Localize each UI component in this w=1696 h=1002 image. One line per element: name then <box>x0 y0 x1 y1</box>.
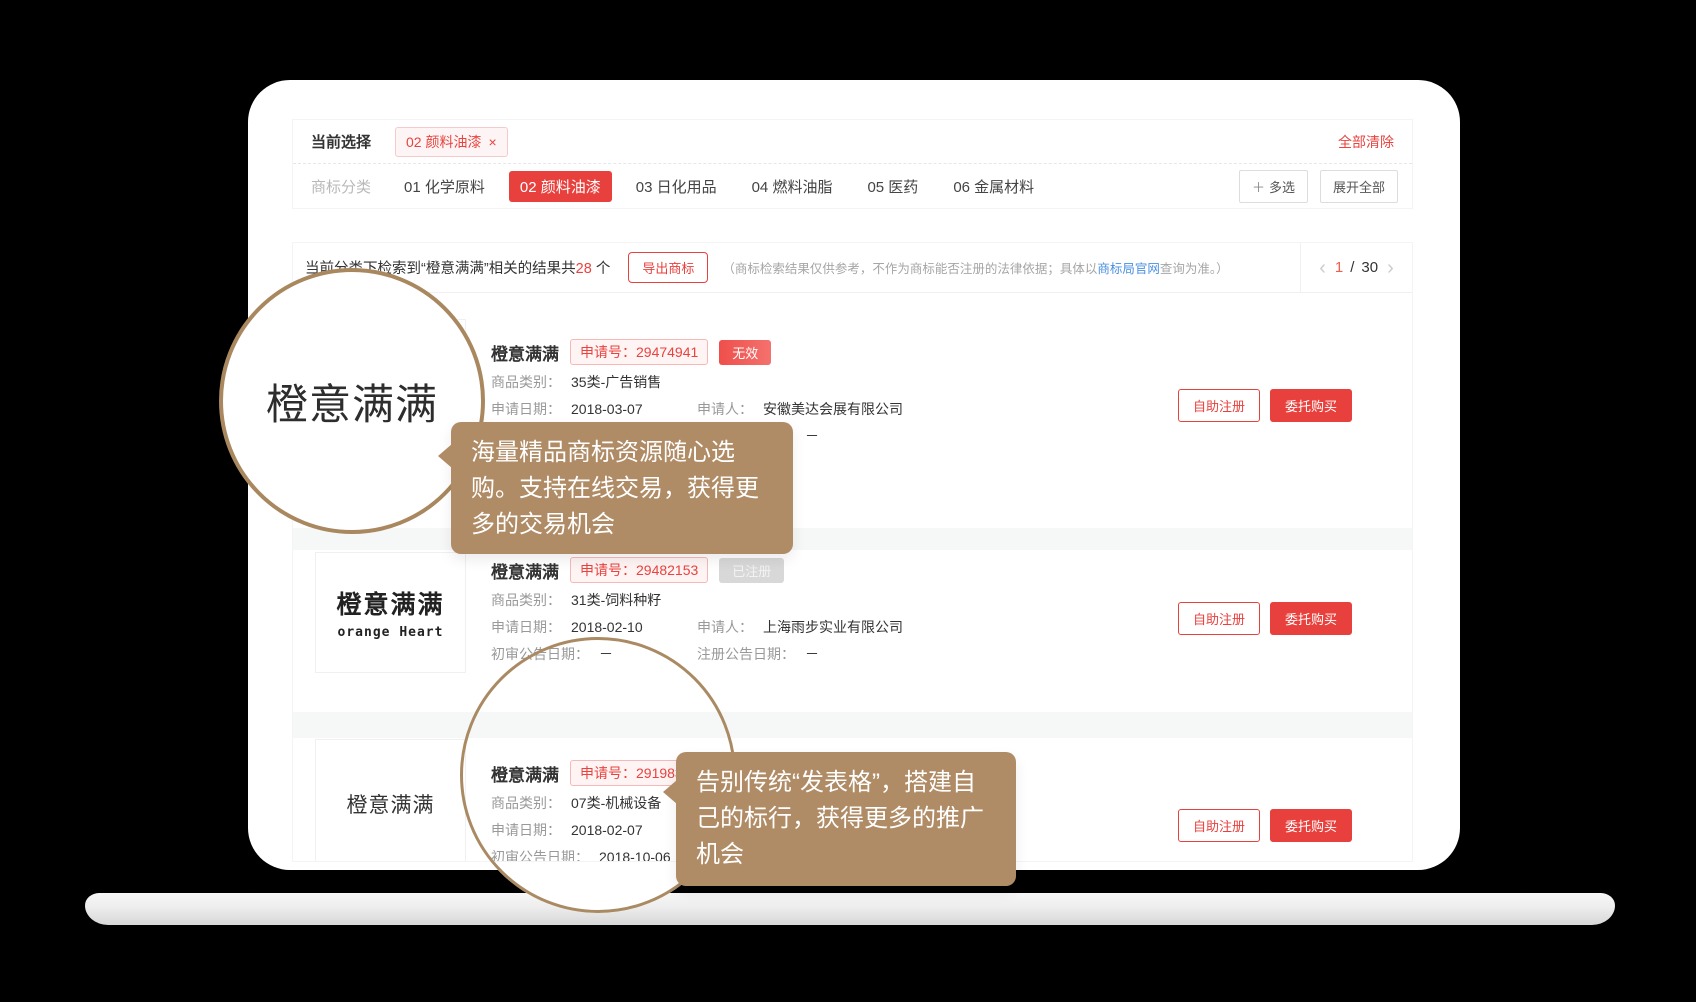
trademark-name-line: 橙意满满 申请号：29474941 无效 <box>491 339 1091 365</box>
tab-category-01[interactable]: 01 化学原料 <box>393 171 496 202</box>
application-number-tag: 申请号：29482153 <box>570 557 708 583</box>
tooltip-trade-resources: 海量精品商标资源随心选购。支持在线交易，获得更多的交易机会 <box>451 422 793 554</box>
magnified-trademark-text: 橙意满满 <box>266 371 438 432</box>
trademark-name-line: 橙意满满 申请号：29482153 已注册 <box>491 557 1091 583</box>
disclaimer-before: （商标检索结果仅供参考，不作为商标能否注册的法律依据；具体以 <box>722 262 1097 276</box>
tab-category-05[interactable]: 05 医药 <box>856 171 929 202</box>
trademark-image-subtext: orange Heart <box>338 625 444 640</box>
filter-panel: 当前选择 02 颜料油漆 × 全部清除 商标分类 01 化学原料 02 颜料油漆… <box>292 119 1413 209</box>
trademark-name: 橙意满满 <box>491 340 559 365</box>
self-register-button[interactable]: 自助注册 <box>1178 602 1260 635</box>
entrust-purchase-button[interactable]: 委托购买 <box>1270 389 1352 422</box>
self-register-button[interactable]: 自助注册 <box>1178 389 1260 422</box>
tab-category-02-active[interactable]: 02 颜料油漆 <box>509 171 612 202</box>
tab-category-06[interactable]: 06 金属材料 <box>942 171 1045 202</box>
disclaimer-after: 查询为准。） <box>1160 262 1229 276</box>
trademark-image-2[interactable]: 橙意满满 orange Heart <box>315 552 466 673</box>
field-applicant: 申请人：上海雨步实业有限公司 <box>697 617 903 637</box>
pagination-current: 1 <box>1335 259 1343 276</box>
row-actions-3: 自助注册 委托购买 <box>1178 809 1352 842</box>
trademark-office-link[interactable]: 商标局官网 <box>1097 262 1160 276</box>
current-selection-row: 当前选择 02 颜料油漆 × 全部清除 <box>293 120 1412 164</box>
trademark-image-3[interactable]: 橙意满满 <box>315 739 466 862</box>
field-category: 商品类别：31类-饲料种籽 <box>491 590 1091 610</box>
tab-category-03[interactable]: 03 日化用品 <box>625 171 728 202</box>
tooltip-arrow-icon <box>663 780 677 804</box>
pagination-total: 30 <box>1361 259 1378 276</box>
entrust-purchase-button[interactable]: 委托购买 <box>1270 809 1352 842</box>
multi-select-label: 多选 <box>1269 177 1295 196</box>
trademark-image-text: 橙意满满 <box>347 789 435 819</box>
magnifier-circle: 橙意满满 <box>219 268 485 534</box>
field-category: 商品类别：35类-广告销售 <box>491 372 1091 392</box>
filter-actions: ＋ 多选 展开全部 <box>1239 170 1398 203</box>
pagination-separator: / <box>1350 259 1354 276</box>
field-date-applicant: 申请日期：2018-02-10 申请人：上海雨步实业有限公司 <box>491 617 1091 637</box>
export-trademarks-button[interactable]: 导出商标 <box>628 252 708 283</box>
field-date-applicant: 申请日期：2018-03-07 申请人：安徽美达会展有限公司 <box>491 399 1091 419</box>
category-tabs: 01 化学原料 02 颜料油漆 03 日化用品 04 燃料油脂 05 医药 06… <box>393 171 1045 202</box>
field-applicant: 申请人：安徽美达会展有限公司 <box>697 399 903 419</box>
app: 当前选择 02 颜料油漆 × 全部清除 商标分类 01 化学原料 02 颜料油漆… <box>0 0 1696 1002</box>
status-badge-invalid: 无效 <box>719 340 771 365</box>
chevron-right-icon[interactable]: › <box>1385 258 1396 278</box>
row-actions-2: 自助注册 委托购买 <box>1178 602 1352 635</box>
selected-filter-tag-label: 02 颜料油漆 <box>406 132 481 152</box>
field-reg-notice: 注册公告日期：－ <box>697 644 819 664</box>
multi-select-button[interactable]: ＋ 多选 <box>1239 170 1308 203</box>
plus-icon: ＋ <box>1252 177 1265 196</box>
results-count: 28 <box>576 261 592 277</box>
current-selection-label: 当前选择 <box>311 131 371 152</box>
trademark-name: 橙意满满 <box>491 558 559 583</box>
status-badge-registered: 已注册 <box>719 558 784 583</box>
results-summary-suffix: 个 <box>592 261 611 277</box>
chevron-left-icon[interactable]: ‹ <box>1317 258 1328 278</box>
self-register-button[interactable]: 自助注册 <box>1178 809 1260 842</box>
table-row-2: 橙意满满 orange Heart 橙意满满 申请号：29482153 已注册 … <box>293 550 1412 712</box>
clear-all-link[interactable]: 全部清除 <box>1338 132 1394 152</box>
results-header: 当前分类下检索到“橙意满满”相关的结果共28 个 导出商标 （商标检索结果仅供参… <box>293 243 1412 293</box>
tab-category-04[interactable]: 04 燃料油脂 <box>741 171 844 202</box>
selected-filter-tag[interactable]: 02 颜料油漆 × <box>395 127 508 157</box>
trademark-image-text: 橙意满满 <box>336 585 444 621</box>
category-label: 商标分类 <box>311 176 371 197</box>
category-row: 商标分类 01 化学原料 02 颜料油漆 03 日化用品 04 燃料油脂 05 … <box>293 164 1412 208</box>
pagination: ‹ 1 / 30 › <box>1300 243 1412 292</box>
close-icon[interactable]: × <box>488 135 496 149</box>
entrust-purchase-button[interactable]: 委托购买 <box>1270 602 1352 635</box>
tooltip-arrow-icon <box>438 444 452 468</box>
disclaimer: （商标检索结果仅供参考，不作为商标能否注册的法律依据；具体以商标局官网查询为准。… <box>722 258 1300 277</box>
application-number-tag: 申请号：29474941 <box>570 339 708 365</box>
row-actions-1: 自助注册 委托购买 <box>1178 389 1352 422</box>
laptop-base-shadow <box>85 893 1615 925</box>
tooltip-promotion: 告别传统“发表格”，搭建自己的标行，获得更多的推广机会 <box>676 752 1016 886</box>
expand-all-button[interactable]: 展开全部 <box>1320 170 1398 203</box>
